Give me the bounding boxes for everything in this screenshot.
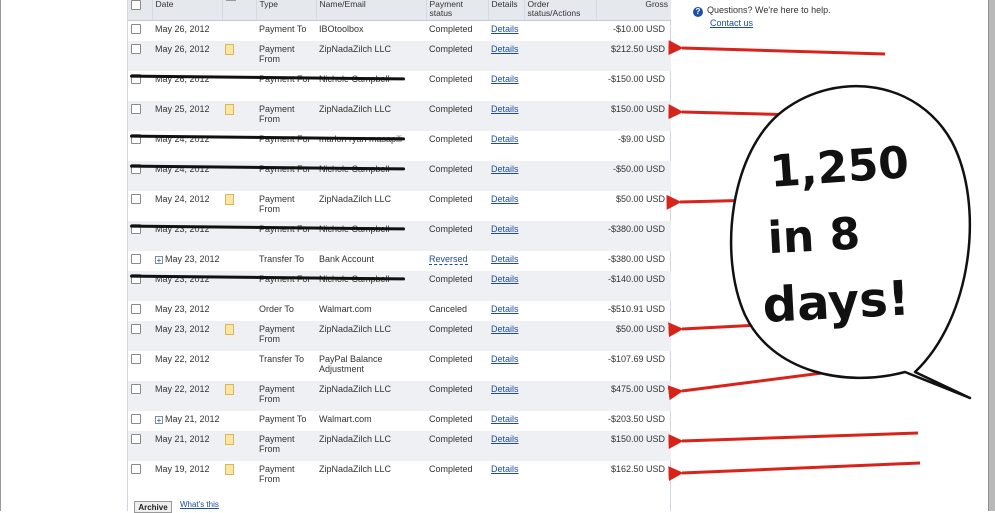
- bubble-line-2: in 8: [767, 208, 862, 264]
- scrollbar[interactable]: [988, 0, 995, 511]
- arrow-row-12: [668, 322, 761, 338]
- arrow-row-16: [668, 431, 919, 449]
- bubble-line-3: days!: [761, 270, 911, 334]
- arrow-row-2: [668, 40, 886, 56]
- bubble-line-1: 1,250: [768, 137, 910, 198]
- arrow-row-14: [667, 370, 831, 401]
- arrow-row-17: [668, 461, 921, 482]
